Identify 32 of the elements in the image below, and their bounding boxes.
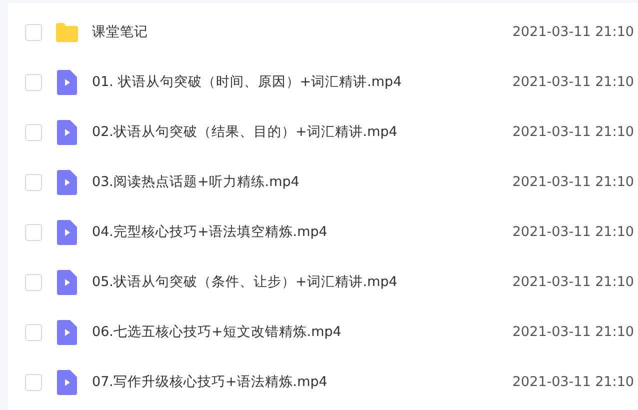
modified-time: 2021-03-11 21:10	[512, 374, 634, 390]
file-name[interactable]: 04.完型核心技巧+语法填空精炼.mp4	[92, 223, 512, 241]
checkbox[interactable]	[25, 124, 42, 140]
modified-time: 2021-03-11 21:10	[512, 274, 634, 290]
video-file-icon	[57, 70, 77, 94]
checkbox[interactable]	[25, 324, 42, 340]
checkbox[interactable]	[25, 24, 42, 40]
file-name[interactable]: 06.七选五核心技巧+短文改错精炼.mp4	[92, 323, 512, 341]
folder-icon	[56, 22, 78, 42]
modified-time: 2021-03-11 21:10	[512, 74, 634, 90]
modified-time: 2021-03-11 21:10	[512, 24, 634, 40]
checkbox[interactable]	[25, 174, 42, 190]
checkbox[interactable]	[25, 274, 42, 290]
file-name[interactable]: 课堂笔记	[92, 23, 512, 41]
video-file-icon	[57, 220, 77, 244]
modified-time: 2021-03-11 21:10	[512, 324, 634, 340]
video-file-icon	[57, 320, 77, 344]
video-file-icon	[57, 170, 77, 194]
file-name[interactable]: 05.状语从句突破（条件、让步）+词汇精讲.mp4	[92, 273, 512, 291]
file-name[interactable]: 07.写作升级核心技巧+语法精炼.mp4	[92, 373, 512, 391]
modified-time: 2021-03-11 21:10	[512, 124, 634, 140]
file-name[interactable]: 03.阅读热点话题+听力精练.mp4	[92, 173, 512, 191]
video-file-icon	[57, 120, 77, 144]
checkbox[interactable]	[25, 74, 42, 90]
checkbox[interactable]	[25, 374, 42, 390]
modified-time: 2021-03-11 21:10	[512, 174, 634, 190]
modified-time: 2021-03-11 21:10	[512, 224, 634, 240]
video-file-icon	[57, 370, 77, 394]
video-file-icon	[57, 270, 77, 294]
checkbox[interactable]	[25, 224, 42, 240]
file-name[interactable]: 01. 状语从句突破（时间、原因）+词汇精讲.mp4	[92, 73, 512, 91]
file-name[interactable]: 02.状语从句突破（结果、目的）+词汇精讲.mp4	[92, 123, 512, 141]
